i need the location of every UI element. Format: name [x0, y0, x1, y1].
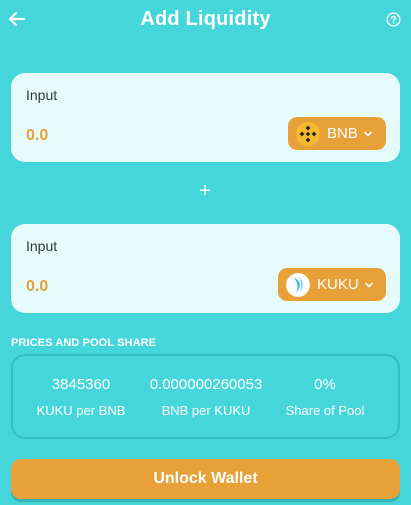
price-label: KUKU per BNB [36, 403, 126, 418]
price-value: 0.000000260053 [149, 376, 263, 393]
token-select-b-button[interactable]: KUKU [278, 268, 386, 301]
page-title: Add Liquidity [140, 8, 271, 30]
token-select-a-button[interactable]: BNB [288, 117, 386, 150]
share-label: Share of Pool [285, 403, 365, 418]
chevron-down-icon [364, 131, 372, 136]
price-bnb-per-kuku: 0.000000260053 BNB per KUKU [131, 356, 281, 441]
input-card-b: Input KUKU [11, 224, 400, 313]
token-b-name: KUKU [317, 276, 359, 293]
input-b-label: Input [26, 238, 58, 254]
prices-section-title: PRICES AND POOL SHARE [11, 337, 157, 349]
plus-icon: + [199, 180, 211, 202]
prices-pool-share-panel: 3845360 KUKU per BNB 0.000000260053 BNB … [11, 354, 400, 439]
price-value: 3845360 [51, 376, 111, 393]
token-a-name: BNB [327, 125, 358, 142]
chevron-down-icon [364, 282, 373, 287]
share-value: 0% [314, 376, 336, 393]
kuku-logo-icon [286, 272, 310, 297]
input-a-amount[interactable] [26, 125, 176, 147]
share-of-pool: 0% Share of Pool [265, 356, 385, 441]
price-kuku-per-bnb: 3845360 KUKU per BNB [21, 356, 141, 441]
input-a-label: Input [26, 87, 58, 103]
unlock-wallet-button[interactable]: Unlock Wallet [11, 459, 400, 499]
input-b-amount[interactable] [26, 276, 176, 298]
question-circle-icon[interactable] [386, 12, 401, 27]
bnb-logo-icon [296, 121, 320, 146]
input-card-a: Input BNB [11, 73, 400, 162]
price-label: BNB per KUKU [161, 403, 251, 418]
header: Add Liquidity [0, 0, 411, 42]
